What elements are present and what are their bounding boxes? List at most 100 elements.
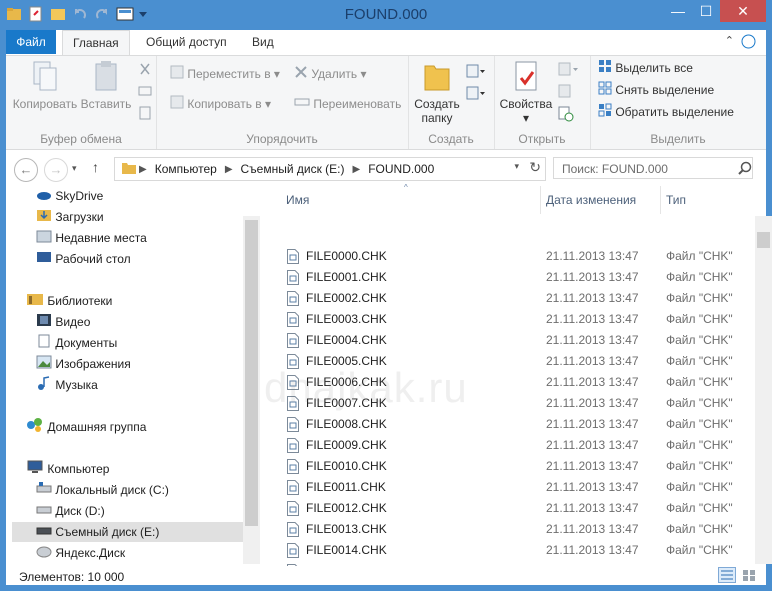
file-row[interactable]: FILE0004.CHK 21.11.2013 13:47 Файл "CHK": [282, 330, 752, 351]
up-arrow-icon[interactable]: ↑: [92, 159, 99, 175]
invert-selection-button[interactable]: Обратить выделение: [598, 102, 734, 122]
nav-item-libraries[interactable]: Библиотеки: [26, 291, 112, 311]
select-all-button[interactable]: Выделить все: [598, 58, 693, 78]
history-icon[interactable]: [558, 106, 574, 125]
file-icon: [287, 375, 299, 390]
delete-button[interactable]: Удалить ▾: [294, 64, 367, 84]
select-all-icon: [598, 59, 612, 79]
tab-view[interactable]: Вид: [242, 30, 284, 54]
rename-button[interactable]: Переименовать: [294, 94, 401, 114]
column-header-type[interactable]: Тип: [666, 186, 686, 214]
paste-button[interactable]: Вставить: [78, 60, 134, 111]
nav-item-desktop[interactable]: Рабочий стол: [36, 249, 131, 269]
file-row[interactable]: FILE0006.CHK 21.11.2013 13:47 Файл "CHK": [282, 372, 752, 393]
cloud-icon: [36, 187, 52, 207]
column-header-date[interactable]: Дата изменения: [546, 186, 636, 214]
file-type: Файл "CHK": [666, 459, 733, 473]
properties-button[interactable]: Свойства ▾: [498, 60, 554, 125]
nav-scrollbar-thumb[interactable]: [245, 220, 258, 526]
file-row[interactable]: FILE0003.CHK 21.11.2013 13:47 Файл "CHK": [282, 309, 752, 330]
new-item-icon[interactable]: [466, 64, 486, 81]
copy-path-icon[interactable]: [138, 84, 152, 101]
paste-shortcut-icon[interactable]: [138, 106, 152, 123]
column-divider[interactable]: [660, 186, 661, 214]
nav-item-music[interactable]: Музыка: [36, 375, 98, 395]
window-controls: — ☐ ✕: [664, 0, 766, 22]
search-input[interactable]: Поиск: FOUND.000: [553, 157, 753, 179]
large-icons-view-icon[interactable]: [740, 567, 758, 586]
nav-item-downloads[interactable]: Загрузки: [36, 207, 104, 227]
address-dropdown-icon[interactable]: ▾: [514, 161, 519, 172]
file-row[interactable]: FILE0010.CHK 21.11.2013 13:47 Файл "CHK": [282, 456, 752, 477]
copy-button[interactable]: Копировать: [12, 60, 78, 111]
open-group-label: Открыть: [518, 132, 566, 146]
file-row[interactable]: FILE0007.CHK 21.11.2013 13:47 Файл "CHK": [282, 393, 752, 414]
delete-dropdown-icon: ▾: [360, 67, 367, 81]
file-date: 21.11.2013 13:47: [546, 501, 639, 515]
status-bar: Элементов: 10 000: [6, 566, 766, 585]
file-row[interactable]: FILE0009.CHK 21.11.2013 13:47 Файл "CHK": [282, 435, 752, 456]
tab-home[interactable]: Главная: [62, 30, 130, 56]
nav-item-disk-d[interactable]: Диск (D:): [36, 501, 105, 521]
file-row[interactable]: FILE0013.CHK 21.11.2013 13:47 Файл "CHK": [282, 519, 752, 540]
file-name: FILE0000.CHK: [306, 249, 387, 263]
invert-selection-icon: [598, 103, 612, 123]
file-list-scrollbar[interactable]: [755, 216, 772, 564]
easy-access-icon[interactable]: [466, 86, 486, 103]
file-icon: [287, 459, 299, 474]
search-icon[interactable]: [738, 161, 752, 178]
recent-locations-icon[interactable]: ▾: [72, 163, 77, 174]
breadcrumb-found[interactable]: FOUND.000: [362, 162, 440, 176]
select-group-label: Выделить: [650, 132, 706, 146]
file-date: 21.11.2013 13:47: [546, 312, 639, 326]
edit-icon[interactable]: [558, 84, 572, 101]
details-view-icon[interactable]: [718, 567, 736, 586]
group-organize: Переместить в ▾ Копировать в ▾ Удалить ▾…: [156, 56, 409, 149]
ribbon-collapse-icon[interactable]: ⌃: [725, 34, 734, 47]
nav-item-documents[interactable]: Документы: [36, 333, 117, 353]
file-row[interactable]: FILE0011.CHK 21.11.2013 13:47 Файл "CHK": [282, 477, 752, 498]
nav-item-homegroup[interactable]: Домашняя группа: [26, 417, 146, 437]
select-none-button[interactable]: Снять выделение: [598, 80, 714, 100]
maximize-button[interactable]: ☐: [692, 0, 720, 22]
nav-item-local-c[interactable]: Локальный диск (C:): [36, 480, 169, 500]
breadcrumb-computer[interactable]: Компьютер: [149, 162, 223, 176]
new-folder-button[interactable]: Создать папку: [412, 60, 462, 125]
nav-scrollbar[interactable]: [243, 216, 260, 564]
address-bar[interactable]: ▶ Компьютер ▶ Съемный диск (E:) ▶ FOUND.…: [114, 157, 546, 181]
close-button[interactable]: ✕: [720, 0, 766, 22]
forward-button[interactable]: →: [44, 158, 68, 182]
nav-item-computer[interactable]: Компьютер: [26, 459, 109, 479]
copy-to-button[interactable]: Копировать в ▾: [170, 94, 271, 114]
file-name: FILE0002.CHK: [306, 291, 387, 305]
file-row[interactable]: FILE0005.CHK 21.11.2013 13:47 Файл "CHK": [282, 351, 752, 372]
file-row[interactable]: FILE0002.CHK 21.11.2013 13:47 Файл "CHK": [282, 288, 752, 309]
tab-file[interactable]: Файл: [6, 30, 56, 54]
minimize-button[interactable]: —: [664, 0, 692, 22]
nav-item-pictures[interactable]: Изображения: [36, 354, 131, 374]
group-select: Выделить все Снять выделение Обратить вы…: [590, 56, 766, 149]
file-row[interactable]: FILE0008.CHK 21.11.2013 13:47 Файл "CHK": [282, 414, 752, 435]
file-row[interactable]: FILE0000.CHK 21.11.2013 13:47 Файл "CHK": [282, 246, 752, 267]
column-divider[interactable]: [540, 186, 541, 214]
breadcrumb-removable-disk[interactable]: Съемный диск (E:): [235, 162, 351, 176]
column-header-name[interactable]: Имя: [286, 186, 309, 214]
file-type: Файл "CHK": [666, 291, 733, 305]
help-button[interactable]: [741, 34, 756, 52]
nav-item-recent[interactable]: Недавние места: [36, 228, 147, 248]
tab-share[interactable]: Общий доступ: [136, 30, 237, 54]
file-row[interactable]: FILE0012.CHK 21.11.2013 13:47 Файл "CHK": [282, 498, 752, 519]
nav-item-removable-e[interactable]: Съемный диск (E:): [12, 522, 246, 542]
nav-item-skydrive[interactable]: SkyDrive: [36, 186, 103, 206]
file-list-scrollbar-thumb[interactable]: [757, 232, 770, 248]
nav-item-video[interactable]: Видео: [36, 312, 90, 332]
file-name: FILE0010.CHK: [306, 459, 387, 473]
refresh-icon[interactable]: ↻: [529, 159, 541, 176]
move-to-button[interactable]: Переместить в ▾: [170, 64, 280, 84]
back-button[interactable]: ←: [14, 158, 38, 182]
open-icon[interactable]: [558, 62, 580, 79]
file-row[interactable]: FILE0014.CHK 21.11.2013 13:47 Файл "CHK": [282, 540, 752, 561]
nav-item-yandex[interactable]: Яндекс.Диск: [36, 543, 125, 563]
cut-icon[interactable]: [138, 62, 152, 79]
file-row[interactable]: FILE0001.CHK 21.11.2013 13:47 Файл "CHK": [282, 267, 752, 288]
